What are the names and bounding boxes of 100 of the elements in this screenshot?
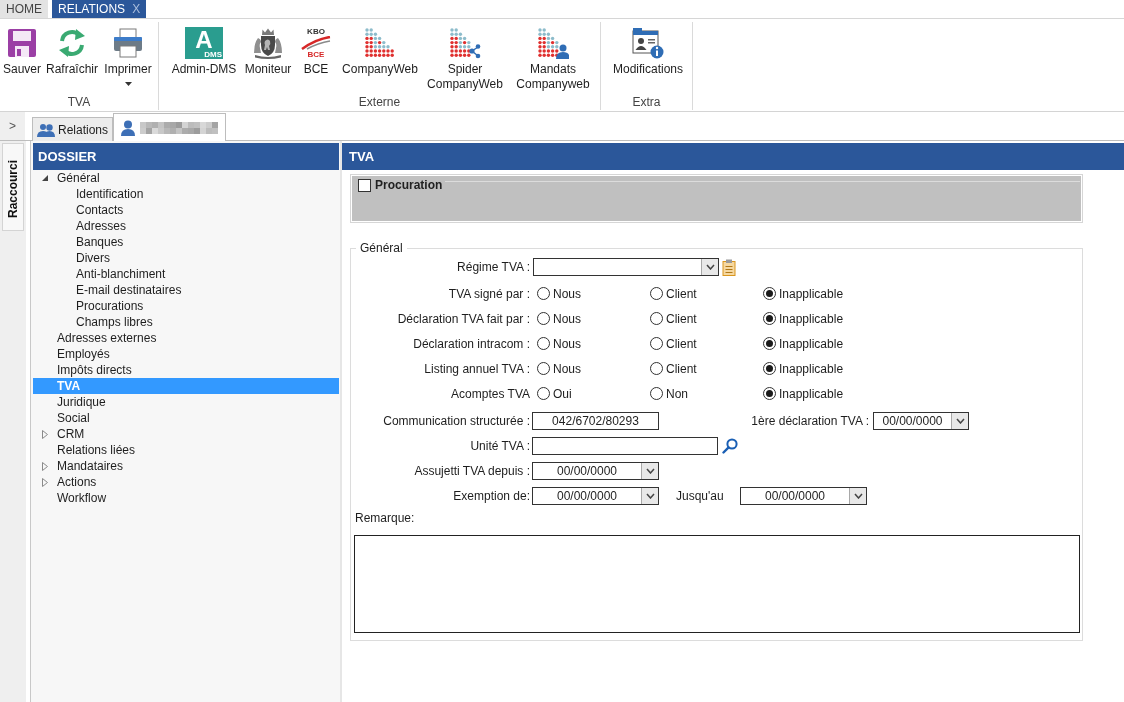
radio-button[interactable]: [537, 287, 550, 300]
dropdown-button[interactable]: [641, 488, 658, 504]
document-tab[interactable]: Relations: [32, 117, 114, 141]
menu-tab[interactable]: HOME: [0, 0, 48, 18]
radio-option[interactable]: Inapplicable: [763, 384, 876, 403]
radio-option[interactable]: Nous: [537, 359, 650, 378]
menu-tab[interactable]: RELATIONS X: [52, 0, 147, 18]
ribbon-button[interactable]: A DMS Admin-DMS: [170, 27, 238, 77]
radio-button[interactable]: [650, 312, 663, 325]
tree-item[interactable]: Banques: [76, 233, 124, 251]
radio-option[interactable]: Nous: [537, 284, 650, 303]
radio-option[interactable]: Client: [650, 359, 763, 378]
radio-option[interactable]: Inapplicable: [763, 284, 876, 303]
dropdown-button[interactable]: [701, 259, 718, 275]
tree-item[interactable]: Champs libres: [76, 313, 153, 331]
radio-button[interactable]: [537, 362, 550, 375]
field-label: TVA signé par :: [447, 285, 531, 303]
date-field[interactable]: 00/00/0000: [532, 462, 659, 480]
radio-button[interactable]: [650, 337, 663, 350]
chevron-down-icon: [853, 493, 863, 499]
tree-item[interactable]: Workflow: [57, 489, 107, 507]
search-icon: [722, 438, 738, 454]
ribbon-button[interactable]: Sauver: [1, 27, 43, 77]
radio-button[interactable]: [763, 312, 776, 325]
checkbox-option[interactable]: Procuration: [358, 176, 443, 194]
radio-option[interactable]: Client: [650, 309, 763, 328]
group-label: Extra: [632, 95, 661, 110]
shortcut-tab[interactable]: Raccourci: [2, 143, 24, 231]
document-tab[interactable]: [113, 113, 227, 141]
panel-header: TVA: [342, 143, 1124, 170]
dropdown-button[interactable]: [849, 488, 866, 504]
ribbon-button[interactable]: Spider CompanyWeb: [425, 27, 505, 92]
ribbon-button[interactable]: Moniteur: [240, 27, 296, 77]
field-label: Jusqu'au: [676, 488, 725, 505]
field-label: Acomptes TVA: [450, 385, 531, 403]
ribbon-button[interactable]: Modifications: [604, 27, 692, 77]
dropdown-field[interactable]: [533, 258, 719, 276]
radio-option[interactable]: Non: [650, 384, 763, 403]
tree-item[interactable]: Adresses externes: [57, 329, 157, 347]
radio-button[interactable]: [537, 312, 550, 325]
radio-button[interactable]: [537, 337, 550, 350]
close-button[interactable]: X: [132, 0, 141, 18]
tree-item[interactable]: Employés: [57, 345, 110, 363]
tree-item[interactable]: Général: [57, 169, 100, 187]
radio-button[interactable]: [763, 362, 776, 375]
radio-button[interactable]: [650, 287, 663, 300]
tree-item[interactable]: E-mail destinataires: [76, 281, 182, 299]
ribbon-button[interactable]: Imprimer: [101, 27, 155, 86]
tree-item[interactable]: Juridique: [57, 393, 106, 411]
radio-option[interactable]: Inapplicable: [763, 309, 876, 328]
radio-option[interactable]: Client: [650, 284, 763, 303]
dropdown-button[interactable]: [951, 413, 968, 429]
radio-option[interactable]: Nous: [537, 334, 650, 353]
radio-option[interactable]: Inapplicable: [763, 359, 876, 378]
text-field[interactable]: 042/6702/80293: [532, 412, 659, 430]
tree-item[interactable]: Impôts directs: [57, 361, 132, 379]
radio-option[interactable]: Inapplicable: [763, 334, 876, 353]
field-label: Communication structurée :: [382, 413, 531, 430]
radio-option[interactable]: Oui: [537, 384, 650, 403]
radio-option[interactable]: Client: [650, 334, 763, 353]
tree-item[interactable]: Contacts: [76, 201, 124, 219]
ribbon-button[interactable]: KBO BCE BCE: [298, 27, 334, 77]
radio-button[interactable]: [537, 387, 550, 400]
tree-item[interactable]: CRM: [57, 425, 85, 443]
ribbon-button[interactable]: Rafraîchir: [45, 27, 99, 77]
radio-button[interactable]: [650, 387, 663, 400]
date-field[interactable]: 00/00/0000: [532, 487, 659, 505]
dot-grid-person-icon: [537, 27, 569, 59]
tree-item[interactable]: Relations liées: [57, 441, 136, 459]
ribbon-button[interactable]: CompanyWeb: [340, 27, 420, 77]
clipboard-icon: [722, 258, 736, 276]
tree-item[interactable]: Divers: [76, 249, 110, 267]
dropdown-button[interactable]: [641, 463, 658, 479]
tree-item[interactable]: Mandataires: [57, 457, 124, 475]
radio-button[interactable]: [763, 387, 776, 400]
tree-item[interactable]: Adresses: [76, 217, 127, 235]
chevron-down-icon: [645, 468, 655, 474]
tree-item[interactable]: Procurations: [76, 297, 144, 315]
ribbon-button[interactable]: Mandats Companyweb: [513, 27, 593, 92]
dot-grid-share-icon: [449, 27, 481, 59]
text-field[interactable]: [532, 437, 718, 455]
group-title: Général: [359, 241, 404, 255]
checkbox[interactable]: [358, 178, 371, 192]
date-field[interactable]: 00/00/0000: [740, 487, 867, 505]
people-icon: [37, 122, 55, 137]
text-area[interactable]: [354, 535, 1080, 633]
radio-button[interactable]: [763, 337, 776, 350]
field-label: Exemption de:: [452, 488, 531, 505]
radio-button[interactable]: [763, 287, 776, 300]
radio-option[interactable]: Nous: [537, 309, 650, 328]
tree-item[interactable]: Identification: [76, 185, 144, 203]
expand-toggle-button[interactable]: >: [0, 112, 25, 140]
field-label: Régime TVA :: [456, 259, 531, 276]
date-field[interactable]: 00/00/0000: [873, 412, 969, 430]
tree-item[interactable]: Social: [57, 409, 90, 427]
tree-item[interactable]: Actions: [57, 473, 97, 491]
printer-icon: [112, 27, 144, 59]
chevron-down-icon: [705, 264, 715, 270]
tree-item[interactable]: Anti-blanchiment: [76, 265, 166, 283]
radio-button[interactable]: [650, 362, 663, 375]
